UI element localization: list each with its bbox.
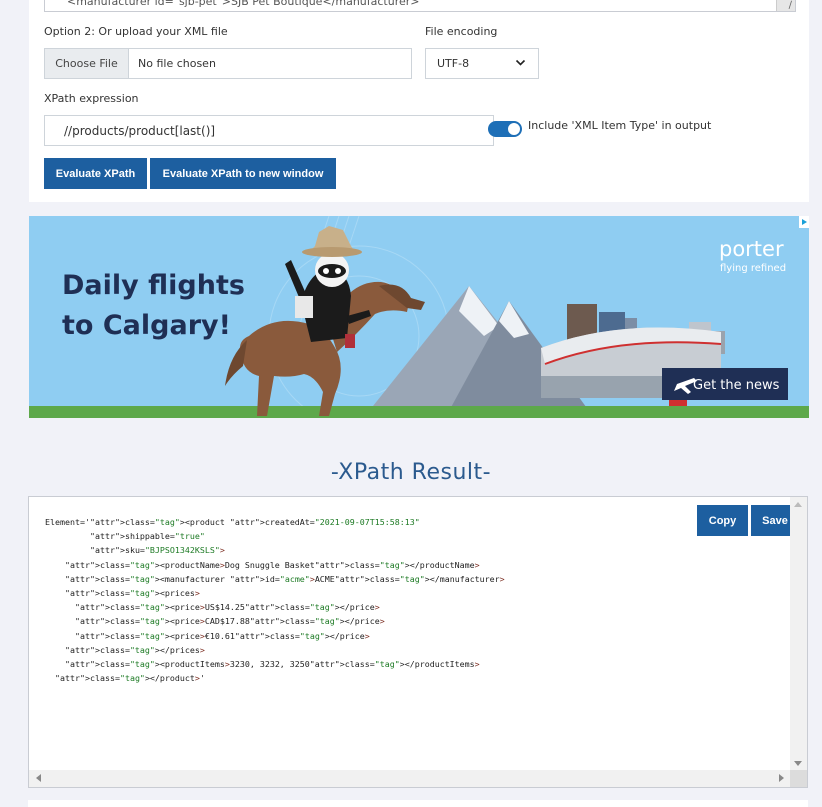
- result-line: Element='"attr">class="tag"><product "at…: [45, 517, 420, 527]
- resize-grip-icon: ∕: [788, 0, 792, 11]
- result-line: "attr">class="tag"></prices>: [64, 644, 205, 655]
- toggle-knob: [508, 123, 520, 135]
- scroll-left-arrow-icon[interactable]: [36, 774, 41, 782]
- ad-choices-icon[interactable]: [799, 216, 809, 228]
- xml-input-textarea[interactable]: <manufacturer id="sjb-pet">SJB Pet Bouti…: [44, 0, 796, 12]
- ad-brand-logo: porter: [719, 237, 784, 261]
- result-line: "attr">class="tag"><productItems>3230, 3…: [64, 659, 480, 670]
- next-section-edge: [28, 800, 808, 807]
- result-line: "attr">class="tag"><price>CAD$17.88"attr…: [74, 616, 385, 627]
- file-status-text: No file chosen: [138, 57, 216, 70]
- xml-input-visible-line: <manufacturer id="sjb-pet">SJB Pet Bouti…: [67, 0, 420, 8]
- result-line: "attr">sku="BJPSO1342KSLS">: [89, 545, 225, 556]
- result-line: "attr">class="tag"><productName>Dog Snug…: [64, 559, 480, 570]
- evaluate-xpath-button[interactable]: Evaluate XPath: [44, 158, 147, 189]
- include-item-type-label: Include 'XML Item Type' in output: [528, 119, 712, 132]
- result-title: -XPath Result-: [330, 460, 492, 485]
- result-line: "attr">class="tag"><manufacturer "attr">…: [64, 573, 505, 584]
- scroll-down-arrow-icon[interactable]: [794, 761, 802, 766]
- result-line: "attr">class="tag"></product>': [55, 673, 205, 684]
- ad-headline-line1: Daily flights: [62, 270, 245, 301]
- result-line: "attr">shippable="true": [89, 531, 205, 542]
- copy-button[interactable]: Copy: [697, 505, 748, 536]
- upload-label: Option 2: Or upload your XML file: [44, 25, 228, 38]
- include-item-type-toggle[interactable]: [488, 121, 522, 137]
- ad-headline-line2: to Calgary!: [62, 310, 231, 341]
- ad-illustration: Daily flights to Calgary! porter flying …: [29, 216, 809, 418]
- choose-file-button[interactable]: Choose File: [45, 49, 129, 78]
- result-line: "attr">class="tag"><prices>: [64, 588, 200, 599]
- vertical-scrollbar[interactable]: [790, 497, 807, 771]
- horizontal-scrollbar[interactable]: [29, 770, 791, 787]
- ad-brand-tagline: flying refined: [720, 263, 786, 274]
- xpath-result-panel: Element='"attr">class="tag"><product "at…: [28, 496, 808, 788]
- file-upload-field[interactable]: Choose File No file chosen: [44, 48, 412, 79]
- ad-cta-label: Get the news: [693, 378, 780, 393]
- encoding-label: File encoding: [425, 25, 498, 38]
- textarea-resize-handle[interactable]: ∕: [776, 0, 795, 11]
- xpath-label: XPath expression: [44, 92, 139, 105]
- xpath-form-card: <manufacturer id="sjb-pet">SJB Pet Bouti…: [29, 0, 809, 202]
- evaluate-xpath-new-window-button[interactable]: Evaluate XPath to new window: [150, 158, 336, 189]
- result-line: "attr">class="tag"><price>US$14.25"attr"…: [74, 602, 380, 613]
- scroll-right-arrow-icon[interactable]: [779, 774, 784, 782]
- scrollbar-corner: [790, 770, 807, 787]
- ad-cta-button[interactable]: Get the news: [662, 368, 788, 400]
- chevron-down-icon: [515, 59, 526, 66]
- encoding-select[interactable]: UTF-8: [425, 48, 539, 79]
- scroll-up-arrow-icon[interactable]: [794, 502, 802, 507]
- ad-banner[interactable]: Daily flights to Calgary! porter flying …: [29, 216, 809, 418]
- result-code: Element='"attr">class="tag"><product "at…: [45, 515, 505, 685]
- encoding-selected-value: UTF-8: [437, 57, 470, 70]
- result-line: "attr">class="tag"><price>€10.61"attr">c…: [74, 630, 370, 641]
- xpath-expression-input[interactable]: [44, 115, 494, 146]
